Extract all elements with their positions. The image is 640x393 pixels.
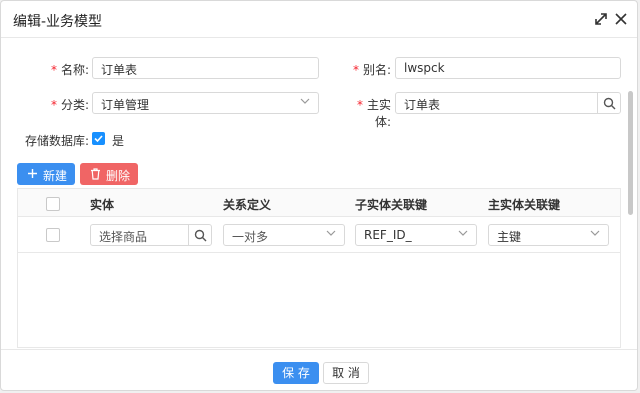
category-label: * 分类: bbox=[50, 98, 89, 112]
row-checkbox[interactable] bbox=[46, 228, 60, 242]
category-select[interactable]: 订单管理 bbox=[92, 92, 319, 114]
column-header: 主实体关联键 bbox=[488, 198, 561, 212]
save-button[interactable]: 保 存 bbox=[273, 362, 319, 384]
trash-icon bbox=[91, 168, 100, 180]
alias-input[interactable]: lwspck bbox=[395, 57, 621, 79]
required-mark: * bbox=[356, 98, 363, 112]
column-header: 实体 bbox=[90, 198, 115, 212]
edit-dialog: 编辑-业务模型 * 名称: 订单表 * 别名: lwspck * 分类: 订单管理 *… bbox=[0, 0, 638, 391]
check-icon bbox=[94, 135, 103, 143]
new-button-label: 新建 bbox=[43, 169, 68, 183]
child-key-select[interactable]: REF_ID_ bbox=[355, 224, 477, 246]
name-input[interactable]: 订单表 bbox=[92, 57, 319, 79]
plus-icon bbox=[28, 169, 37, 178]
main-entity-label: * 主实体: bbox=[356, 98, 391, 129]
chevron-down-icon bbox=[590, 230, 600, 236]
search-icon bbox=[194, 229, 207, 242]
entity-input-placeholder: 选择商品 bbox=[99, 230, 148, 244]
required-mark: * bbox=[352, 63, 359, 77]
store-db-checkbox[interactable] bbox=[92, 132, 105, 145]
entity-input[interactable]: 选择商品 bbox=[90, 224, 212, 246]
alias-label: * 别名: bbox=[352, 63, 391, 77]
delete-button[interactable]: 删除 bbox=[80, 163, 138, 185]
chevron-down-icon bbox=[458, 230, 468, 236]
table-row: 选择商品 一对多 REF_ID_ 主键 bbox=[18, 217, 620, 253]
close-icon[interactable] bbox=[611, 9, 631, 29]
category-value: 订单管理 bbox=[101, 98, 150, 112]
table-header: 实体 关系定义 子实体关联键 主实体关联键 bbox=[18, 189, 620, 217]
select-all-checkbox[interactable] bbox=[46, 197, 60, 211]
search-icon bbox=[603, 97, 616, 110]
name-label: * 名称: bbox=[50, 63, 89, 77]
relation-select[interactable]: 一对多 bbox=[223, 224, 345, 246]
chevron-down-icon bbox=[300, 98, 310, 104]
delete-button-label: 删除 bbox=[106, 169, 131, 183]
dialog-title: 编辑-业务模型 bbox=[13, 14, 103, 30]
main-entity-input[interactable]: 订单表 bbox=[395, 92, 621, 114]
main-entity-value: 订单表 bbox=[404, 98, 441, 112]
required-mark: * bbox=[50, 63, 57, 77]
main-key-value: 主键 bbox=[497, 230, 522, 244]
main-entity-search-button[interactable] bbox=[597, 93, 620, 113]
required-mark: * bbox=[50, 98, 57, 112]
dialog-header: 编辑-业务模型 bbox=[1, 1, 637, 38]
main-key-select[interactable]: 主键 bbox=[488, 224, 609, 246]
store-db-label: 存储数据库: bbox=[24, 134, 89, 148]
relations-table: 实体 关系定义 子实体关联键 主实体关联键 选择商品 一对多 REF_ID_ 主… bbox=[17, 188, 621, 348]
chevron-down-icon bbox=[326, 230, 336, 236]
column-header: 关系定义 bbox=[223, 198, 272, 212]
store-db-option-label: 是 bbox=[112, 134, 125, 148]
expand-icon[interactable] bbox=[591, 9, 611, 29]
child-key-value: REF_ID_ bbox=[364, 228, 412, 242]
relation-value: 一对多 bbox=[232, 230, 269, 244]
entity-search-button[interactable] bbox=[188, 225, 211, 245]
dialog-footer: 保 存 取 消 bbox=[1, 349, 637, 390]
new-button[interactable]: 新建 bbox=[17, 163, 75, 185]
cancel-button[interactable]: 取 消 bbox=[323, 362, 369, 384]
column-header: 子实体关联键 bbox=[355, 198, 428, 212]
scrollbar[interactable] bbox=[628, 91, 633, 215]
